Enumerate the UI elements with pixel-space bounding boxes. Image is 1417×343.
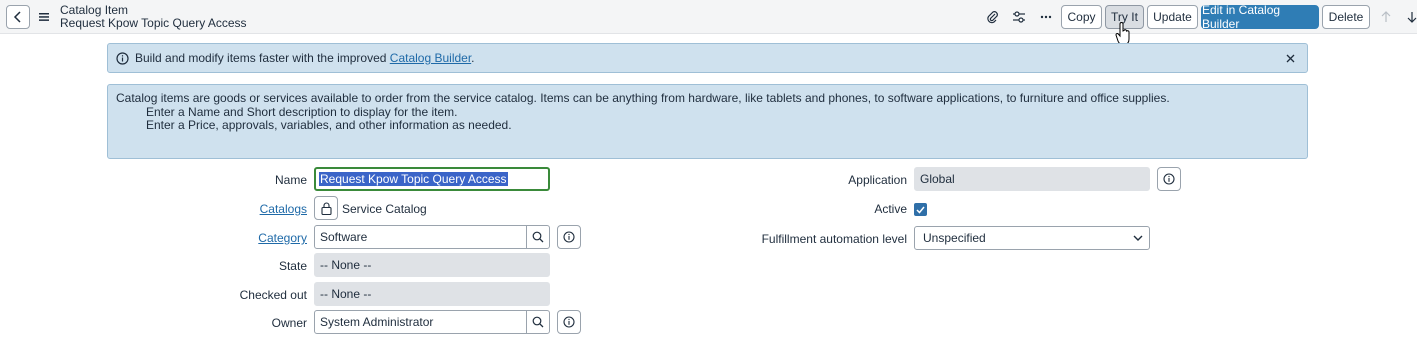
delete-button[interactable]: Delete xyxy=(1322,5,1370,29)
info-icon xyxy=(563,316,575,328)
banner-text: Build and modify items faster with the i… xyxy=(135,51,475,65)
catalog-item-info: Catalog items are goods or services avai… xyxy=(107,84,1308,159)
checked-out-field: -- None -- xyxy=(314,282,550,306)
owner-input[interactable]: System Administrator xyxy=(314,310,527,334)
search-icon xyxy=(532,231,544,243)
banner-text-before: Build and modify items faster with the i… xyxy=(135,51,390,65)
title-block: Catalog Item Request Kpow Topic Query Ac… xyxy=(60,4,247,30)
checkmark-icon xyxy=(916,206,925,214)
chevron-down-icon xyxy=(1133,235,1143,241)
state-value: -- None -- xyxy=(320,258,372,272)
form-header: Catalog Item Request Kpow Topic Query Ac… xyxy=(0,0,1417,34)
active-checkbox[interactable] xyxy=(914,203,927,216)
back-icon xyxy=(13,11,21,23)
checked-out-value: -- None -- xyxy=(320,287,372,301)
banner-text-after: . xyxy=(471,51,475,65)
application-value: Global xyxy=(920,172,955,186)
active-label: Active xyxy=(874,202,907,216)
arrow-up-icon[interactable] xyxy=(1378,9,1394,25)
close-icon[interactable] xyxy=(1283,51,1297,65)
info-icon xyxy=(116,51,129,65)
name-input[interactable]: Request Kpow Topic Query Access xyxy=(314,167,550,191)
name-label: Name xyxy=(274,173,307,187)
category-info-button[interactable] xyxy=(557,225,581,249)
category-input[interactable]: Software xyxy=(314,225,527,249)
catalog-builder-banner: Build and modify items faster with the i… xyxy=(107,43,1308,73)
checked-out-label: Checked out xyxy=(239,288,307,302)
state-label: State xyxy=(278,259,307,273)
back-button[interactable] xyxy=(6,5,30,29)
settings-sliders-icon[interactable] xyxy=(1011,9,1027,25)
copy-button[interactable]: Copy xyxy=(1061,5,1102,29)
application-label: Application xyxy=(848,173,907,187)
category-lookup-button[interactable] xyxy=(526,225,550,249)
more-icon[interactable] xyxy=(1038,9,1054,25)
menu-icon[interactable] xyxy=(37,9,51,25)
info-line-3: Enter a Price, approvals, variables, and… xyxy=(146,118,512,132)
lock-icon xyxy=(320,201,332,215)
category-value: Software xyxy=(320,230,368,244)
info-line-2: Enter a Name and Short description to di… xyxy=(146,104,458,119)
category-label[interactable]: Category xyxy=(258,231,307,245)
update-button[interactable]: Update xyxy=(1147,5,1198,29)
catalogs-value: Service Catalog xyxy=(342,202,427,216)
arrow-down-icon[interactable] xyxy=(1404,9,1417,25)
owner-value: System Administrator xyxy=(320,315,434,329)
name-input-value: Request Kpow Topic Query Access xyxy=(319,172,508,186)
owner-info-button[interactable] xyxy=(557,310,581,334)
info-line-1: Catalog items are goods or services avai… xyxy=(116,91,1170,105)
info-icon xyxy=(563,231,575,243)
owner-label: Owner xyxy=(271,316,307,330)
search-icon xyxy=(532,316,544,328)
owner-lookup-button[interactable] xyxy=(526,310,550,334)
application-field: Global xyxy=(914,167,1150,191)
application-info-button[interactable] xyxy=(1157,167,1181,191)
page-title: Request Kpow Topic Query Access xyxy=(60,16,247,30)
fulfillment-automation-label: Fulfillment automation level xyxy=(761,232,907,246)
attachment-icon[interactable] xyxy=(984,9,1000,25)
fulfillment-automation-value: Unspecified xyxy=(923,231,986,245)
catalog-builder-link[interactable]: Catalog Builder xyxy=(390,51,471,65)
fulfillment-automation-select[interactable]: Unspecified xyxy=(914,226,1150,250)
catalogs-lock-button[interactable] xyxy=(314,196,338,220)
state-field: -- None -- xyxy=(314,253,550,277)
info-icon xyxy=(1163,173,1175,185)
catalogs-label[interactable]: Catalogs xyxy=(260,202,307,216)
edit-in-catalog-builder-button[interactable]: Edit in Catalog Builder xyxy=(1201,3,1319,31)
